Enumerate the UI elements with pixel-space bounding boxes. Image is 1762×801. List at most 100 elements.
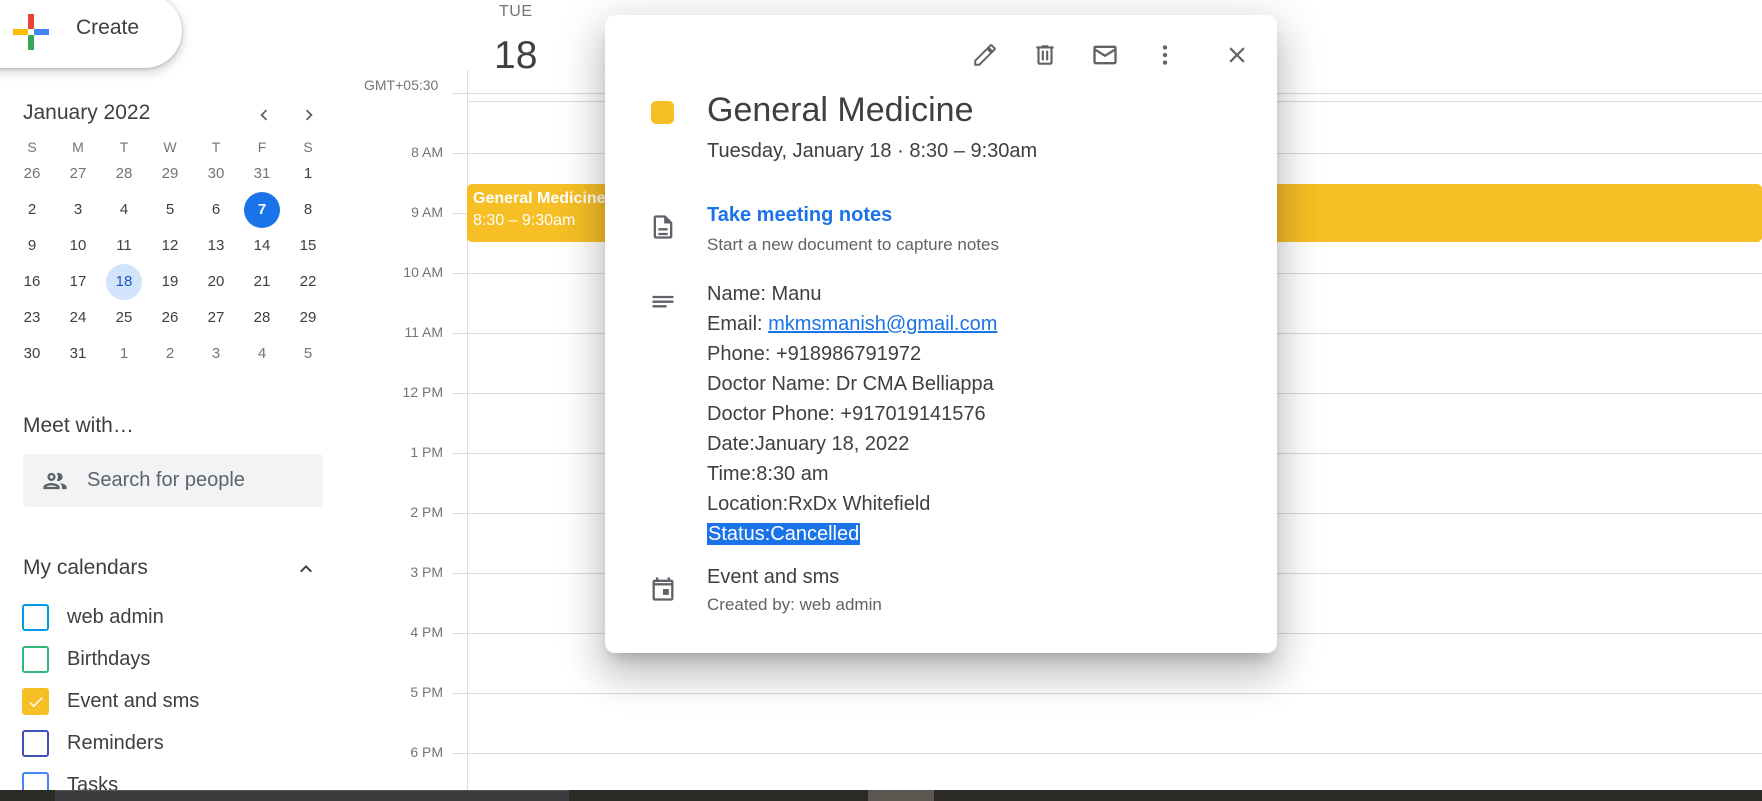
mini-calendar-day[interactable]: 20 bbox=[193, 264, 239, 300]
mini-calendar-week: 30 31 1 2 3 4 5 bbox=[9, 336, 331, 372]
mini-calendar-day[interactable]: 29 bbox=[285, 300, 331, 336]
create-button[interactable]: Create bbox=[0, 0, 182, 68]
calendar-checkbox[interactable] bbox=[22, 645, 49, 673]
mini-calendar-day-label: 30 bbox=[207, 165, 225, 182]
mini-calendar-day-label: 28 bbox=[253, 309, 271, 326]
calendar-checkbox[interactable] bbox=[22, 603, 49, 631]
mini-calendar-day[interactable]: 11 bbox=[101, 228, 147, 264]
day-number[interactable]: 18 bbox=[494, 34, 537, 78]
mini-calendar-day[interactable]: 12 bbox=[147, 228, 193, 264]
mini-calendar-day[interactable]: 4 bbox=[101, 192, 147, 228]
my-calendars-collapse-button[interactable] bbox=[293, 556, 319, 582]
mini-calendar-day[interactable]: 26 bbox=[147, 300, 193, 336]
mini-calendar-day[interactable]: 7 bbox=[239, 192, 285, 228]
mini-calendar-day[interactable]: 27 bbox=[193, 300, 239, 336]
mini-calendar-day[interactable]: 22 bbox=[285, 264, 331, 300]
event-color-dot bbox=[651, 101, 674, 124]
desc-status-line: Status:Cancelled bbox=[707, 519, 997, 549]
search-people-input[interactable]: Search for people bbox=[23, 454, 323, 507]
calendar-item[interactable]: Event and sms bbox=[22, 680, 199, 722]
mini-calendar-day[interactable]: 26 bbox=[9, 156, 55, 192]
mini-calendar-day[interactable]: 19 bbox=[147, 264, 193, 300]
calendar-item-label: Reminders bbox=[67, 731, 164, 754]
day-name: TUE bbox=[499, 3, 533, 20]
mini-calendar-day[interactable]: 18 bbox=[101, 264, 147, 300]
email-guests-button[interactable] bbox=[1085, 35, 1125, 75]
email-icon bbox=[1093, 45, 1117, 65]
mini-calendar-day[interactable]: 30 bbox=[9, 336, 55, 372]
more-options-icon bbox=[1162, 45, 1168, 65]
more-options-button[interactable] bbox=[1145, 35, 1185, 75]
mini-calendar-day[interactable]: 3 bbox=[193, 336, 239, 372]
mini-calendar-day[interactable]: 15 bbox=[285, 228, 331, 264]
mini-calendar-day[interactable]: 4 bbox=[239, 336, 285, 372]
popup-calendar-name: Event and sms bbox=[707, 566, 840, 588]
mini-calendar-day[interactable]: 10 bbox=[55, 228, 101, 264]
mini-calendar-day[interactable]: 21 bbox=[239, 264, 285, 300]
mini-calendar-day[interactable]: 23 bbox=[9, 300, 55, 336]
mini-calendar-day[interactable]: 1 bbox=[285, 156, 331, 192]
mini-calendar-day-label: 19 bbox=[161, 273, 179, 290]
mini-calendar-day-label: 2 bbox=[165, 345, 175, 362]
meet-with-title: Meet with… bbox=[23, 414, 134, 437]
calendar-item[interactable]: Reminders bbox=[22, 722, 199, 764]
mini-calendar-day[interactable]: 3 bbox=[55, 192, 101, 228]
mini-calendar-day[interactable]: 29 bbox=[147, 156, 193, 192]
mini-calendar-day[interactable]: 1 bbox=[101, 336, 147, 372]
take-meeting-notes-link[interactable]: Take meeting notes bbox=[707, 204, 892, 227]
calendar-item[interactable]: Birthdays bbox=[22, 638, 199, 680]
mini-calendar-day-label: 17 bbox=[69, 273, 87, 290]
mini-calendar-day[interactable]: 6 bbox=[193, 192, 239, 228]
mini-calendar-week: 9 10 11 12 13 14 15 bbox=[9, 228, 331, 264]
weekday-header-row: SMTWTFS bbox=[9, 138, 331, 156]
next-month-button[interactable] bbox=[293, 99, 325, 131]
desc-doctor-name: Doctor Name: Dr CMA Belliappa bbox=[707, 373, 994, 395]
close-popup-button[interactable] bbox=[1217, 35, 1257, 75]
mini-calendar-day-label: 1 bbox=[303, 165, 313, 182]
desc-doctor-phone: Doctor Phone: +917019141576 bbox=[707, 403, 986, 425]
mini-calendar-week: 23 24 25 26 27 28 29 bbox=[9, 300, 331, 336]
mini-calendar-day[interactable]: 27 bbox=[55, 156, 101, 192]
mini-calendar-day-label: 8 bbox=[303, 201, 313, 218]
mini-calendar-day[interactable]: 9 bbox=[9, 228, 55, 264]
mini-calendar-day-label: 2 bbox=[27, 201, 37, 218]
mini-calendar-week: 16 17 18 19 20 21 22 bbox=[9, 264, 331, 300]
mini-calendar-day[interactable]: 5 bbox=[285, 336, 331, 372]
mini-calendar-day[interactable]: 25 bbox=[101, 300, 147, 336]
mini-calendar-day[interactable]: 28 bbox=[239, 300, 285, 336]
mini-calendar-day[interactable]: 16 bbox=[9, 264, 55, 300]
desc-email-link[interactable]: mkmsmanish@gmail.com bbox=[768, 313, 997, 335]
mini-calendar-day[interactable]: 17 bbox=[55, 264, 101, 300]
mini-calendar-month: January 2022 bbox=[23, 101, 151, 124]
mini-calendar-day-label: 3 bbox=[211, 345, 221, 362]
hour-label: 9 AM bbox=[411, 204, 443, 220]
mini-calendar-day[interactable]: 30 bbox=[193, 156, 239, 192]
mini-calendar-day-label: 11 bbox=[116, 237, 132, 254]
calendar-checkbox[interactable] bbox=[22, 687, 49, 715]
mini-calendar-day[interactable]: 24 bbox=[55, 300, 101, 336]
prev-month-button[interactable] bbox=[248, 99, 280, 131]
weekday-header: M bbox=[72, 139, 84, 155]
mini-calendar-day[interactable]: 28 bbox=[101, 156, 147, 192]
create-button-label: Create bbox=[76, 16, 140, 39]
mini-calendar-day[interactable]: 14 bbox=[239, 228, 285, 264]
mini-calendar-day[interactable]: 8 bbox=[285, 192, 331, 228]
mini-calendar-day[interactable]: 13 bbox=[193, 228, 239, 264]
mini-calendar-day[interactable]: 31 bbox=[239, 156, 285, 192]
mini-calendar-day-label: 18 bbox=[106, 264, 142, 300]
mini-calendar-day[interactable]: 2 bbox=[9, 192, 55, 228]
mini-calendar-day[interactable]: 31 bbox=[55, 336, 101, 372]
calendar-checkbox[interactable] bbox=[22, 729, 49, 757]
delete-event-button[interactable] bbox=[1025, 35, 1065, 75]
mini-calendar-day[interactable]: 5 bbox=[147, 192, 193, 228]
desc-status-selected: Status:Cancelled bbox=[707, 523, 861, 545]
hour-label: 6 PM bbox=[410, 744, 443, 760]
mini-calendar-day-label: 31 bbox=[69, 345, 87, 362]
mini-calendar-day-label: 16 bbox=[23, 273, 41, 290]
mini-calendar-day[interactable]: 2 bbox=[147, 336, 193, 372]
hour-label: 8 AM bbox=[411, 144, 443, 160]
calendar-item[interactable]: web admin bbox=[22, 596, 199, 638]
weekday-header: T bbox=[119, 139, 129, 155]
edit-event-button[interactable] bbox=[965, 35, 1005, 75]
hour-label: 2 PM bbox=[410, 504, 443, 520]
